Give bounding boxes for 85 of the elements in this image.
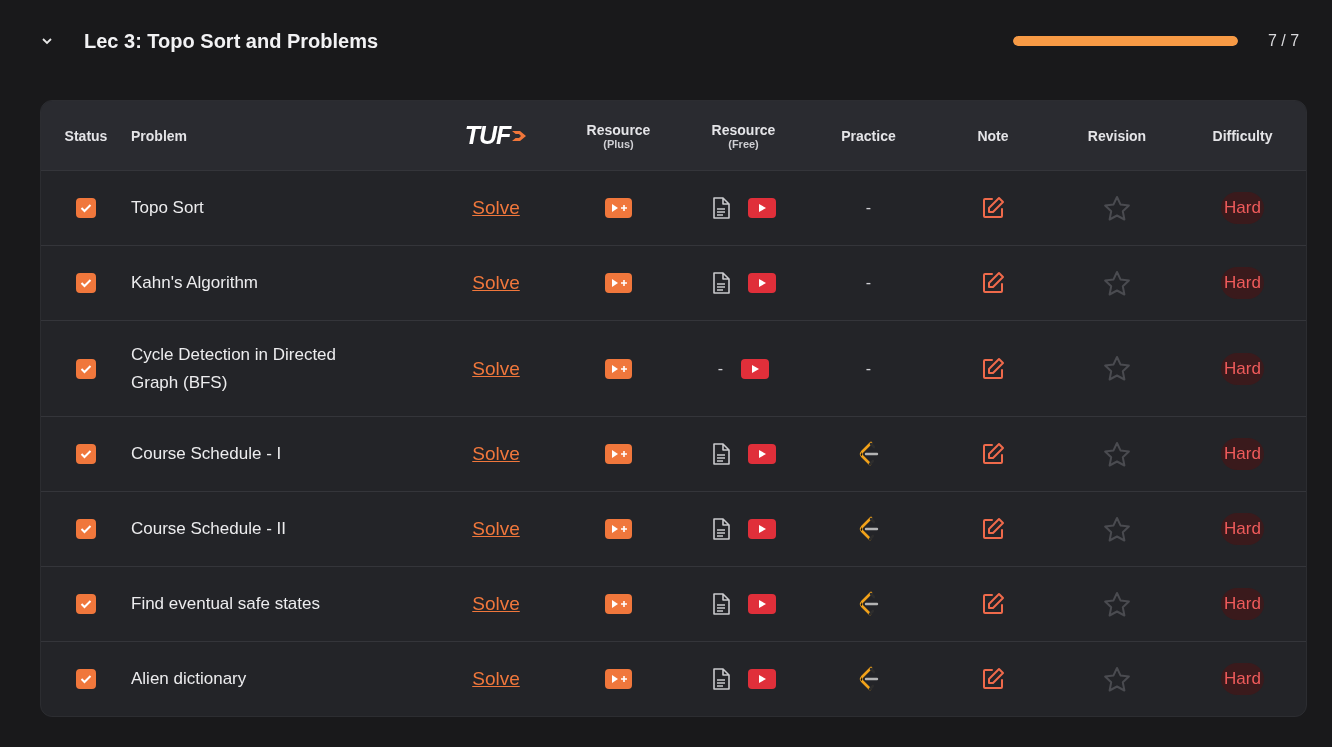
star-icon[interactable] <box>1103 590 1131 618</box>
document-icon[interactable] <box>711 197 730 219</box>
tuf-logo: TUF <box>464 121 528 150</box>
difficulty-tag: Hard <box>1221 192 1264 224</box>
checkmark-icon <box>80 363 92 374</box>
difficulty-tag: Hard <box>1221 438 1264 470</box>
problem-name: Alien dictionary <box>131 668 247 690</box>
video-play-icon[interactable] <box>741 358 770 379</box>
document-icon[interactable] <box>711 272 730 294</box>
difficulty-tag: Hard <box>1221 663 1264 695</box>
solve-link[interactable]: Solve <box>472 593 520 615</box>
checkbox[interactable] <box>76 444 96 464</box>
document-icon[interactable] <box>711 443 730 465</box>
document-icon[interactable] <box>711 668 730 690</box>
checkbox[interactable] <box>76 669 96 689</box>
star-icon[interactable] <box>1103 355 1131 382</box>
video-play-icon[interactable] <box>747 594 776 614</box>
checkbox[interactable] <box>76 358 96 379</box>
dash-text: - <box>865 274 872 292</box>
edit-icon[interactable] <box>981 356 1005 381</box>
checkmark-icon <box>80 599 92 609</box>
problem-name: Cycle Detection in Directed Graph (BFS) <box>131 343 338 394</box>
solve-link[interactable]: Solve <box>472 518 520 540</box>
difficulty-tag: Hard <box>1221 588 1264 620</box>
edit-icon[interactable] <box>981 442 1005 466</box>
progress-count: 7 / 7 <box>1268 32 1301 50</box>
video-play-icon[interactable] <box>747 273 776 293</box>
checkmark-icon <box>80 674 92 684</box>
star-icon[interactable] <box>1103 515 1131 543</box>
star-icon[interactable] <box>1103 440 1131 468</box>
star-icon[interactable] <box>1103 269 1131 297</box>
video-plus-icon[interactable] <box>605 358 632 379</box>
dash-text: - <box>717 359 724 378</box>
problem-name: Course Schedule - I <box>131 443 282 465</box>
problem-name: Find eventual safe states <box>131 593 320 615</box>
chevron-icon[interactable] <box>41 37 53 45</box>
column-header: Note <box>976 126 1010 146</box>
video-plus-icon[interactable] <box>605 273 632 293</box>
solve-link[interactable]: Solve <box>472 357 520 380</box>
checkbox[interactable] <box>76 273 96 293</box>
solve-link[interactable]: Solve <box>472 272 520 294</box>
dash-text: - <box>865 359 872 378</box>
solve-link[interactable]: Solve <box>472 197 520 219</box>
solve-link[interactable]: Solve <box>472 443 520 465</box>
difficulty-tag: Hard <box>1221 352 1264 385</box>
column-header: Difficulty <box>1211 126 1274 146</box>
document-icon[interactable] <box>711 518 730 540</box>
video-plus-icon[interactable] <box>605 444 632 464</box>
edit-icon[interactable] <box>981 667 1005 691</box>
checkmark-icon <box>80 449 92 459</box>
video-plus-icon[interactable] <box>605 519 632 539</box>
video-play-icon[interactable] <box>747 669 776 689</box>
difficulty-tag: Hard <box>1221 267 1264 299</box>
star-icon[interactable] <box>1103 194 1131 222</box>
checkbox[interactable] <box>76 198 96 218</box>
column-header: Problem <box>131 126 188 146</box>
checkmark-icon <box>80 524 92 534</box>
difficulty-tag: Hard <box>1221 513 1264 545</box>
column-header: Resource (Plus) <box>586 121 651 150</box>
checkbox[interactable] <box>76 519 96 539</box>
checkbox[interactable] <box>76 594 96 614</box>
video-play-icon[interactable] <box>747 444 776 464</box>
video-plus-icon[interactable] <box>605 594 632 614</box>
edit-icon[interactable] <box>981 196 1005 220</box>
problem-name: Course Schedule - II <box>131 518 286 540</box>
problem-name: Kahn's Algorithm <box>131 272 259 294</box>
star-icon[interactable] <box>1103 665 1131 693</box>
column-header: Practice <box>840 126 897 146</box>
column-header: Resource (Free) <box>711 121 776 150</box>
solve-link[interactable]: Solve <box>472 668 520 690</box>
document-icon[interactable] <box>711 593 730 615</box>
section-title[interactable]: Lec 3: Topo Sort and Problems <box>84 29 1013 53</box>
edit-icon[interactable] <box>981 271 1005 295</box>
edit-icon[interactable] <box>981 517 1005 541</box>
edit-icon[interactable] <box>981 592 1005 616</box>
column-header: Revision <box>1086 126 1148 146</box>
video-plus-icon[interactable] <box>605 198 632 218</box>
video-play-icon[interactable] <box>747 198 776 218</box>
column-header: Status <box>63 126 109 146</box>
dash-text: - <box>865 199 872 217</box>
problem-name: Topo Sort <box>131 197 204 219</box>
checkmark-icon <box>80 278 92 288</box>
checkmark-icon <box>80 203 92 213</box>
video-play-icon[interactable] <box>747 519 776 539</box>
video-plus-icon[interactable] <box>605 669 632 689</box>
